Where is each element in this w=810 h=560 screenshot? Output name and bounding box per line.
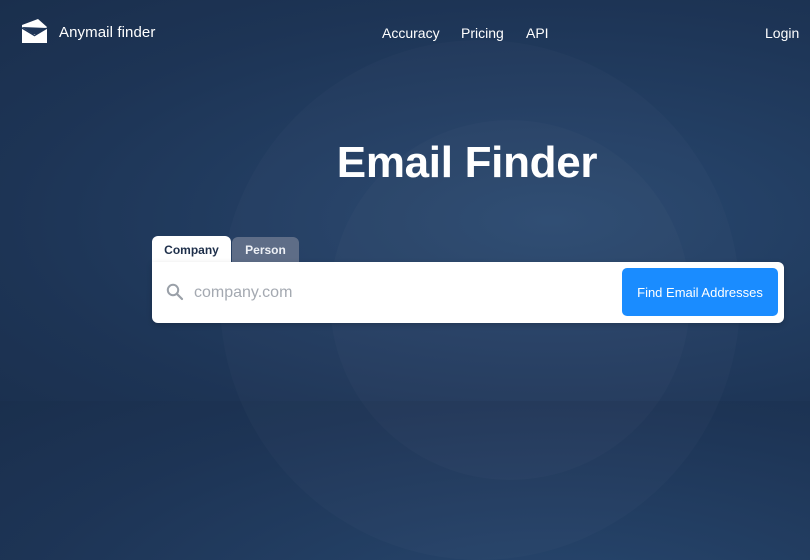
tab-company[interactable]: Company (152, 236, 231, 264)
nav-accuracy[interactable]: Accuracy (382, 25, 440, 41)
brand-logo[interactable]: Anymail finder (20, 18, 155, 46)
find-email-addresses-button[interactable]: Find Email Addresses (622, 268, 778, 316)
nav-api[interactable]: API (526, 25, 549, 41)
company-domain-input[interactable] (192, 277, 616, 309)
search-icon (166, 283, 184, 306)
tab-person[interactable]: Person (232, 237, 299, 263)
search-panel: Find Email Addresses (152, 262, 784, 323)
login-link[interactable]: Login (765, 25, 799, 41)
brand-name: Anymail finder (59, 23, 156, 41)
page-title: Email Finder (336, 138, 598, 187)
nav-pricing[interactable]: Pricing (461, 25, 504, 41)
envelope-icon (20, 18, 48, 46)
